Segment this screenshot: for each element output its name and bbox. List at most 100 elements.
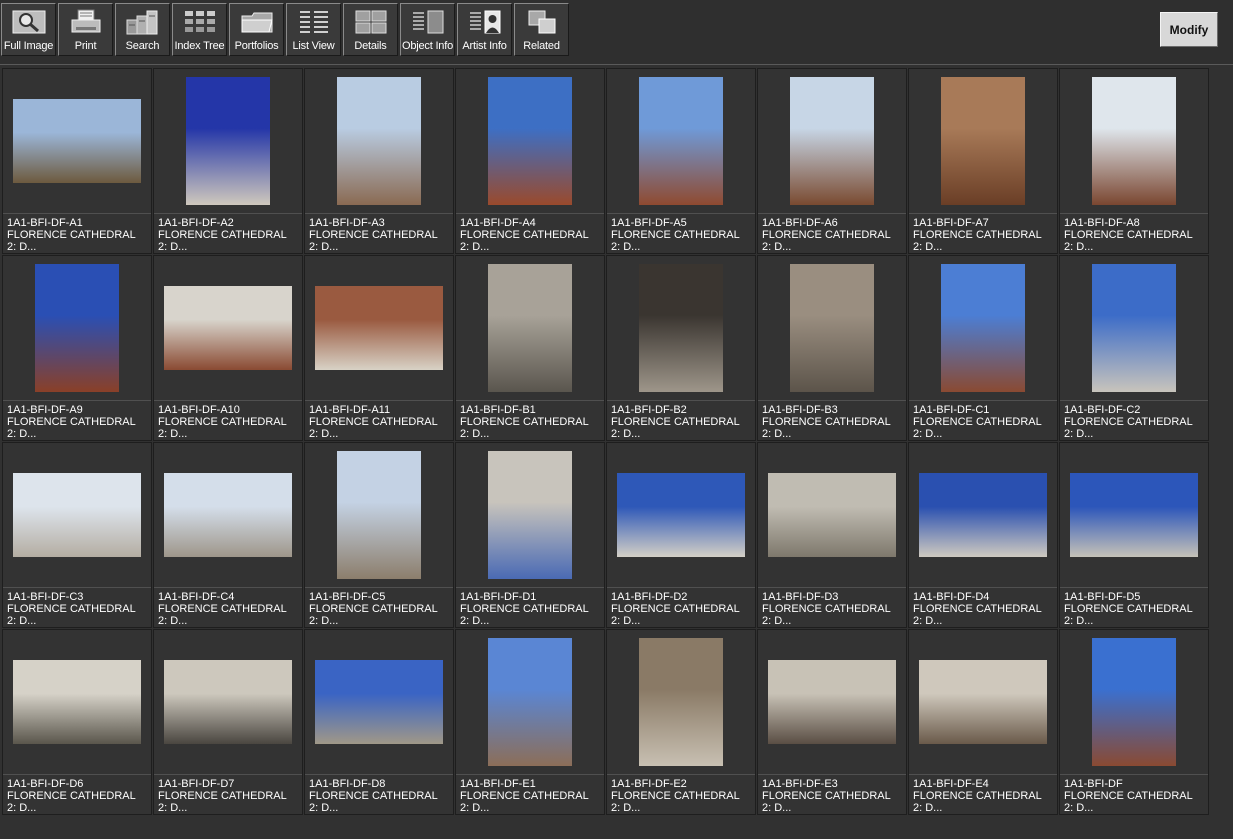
- object-info-button[interactable]: Object Info: [400, 3, 455, 56]
- thumbnail-image[interactable]: [1092, 77, 1176, 205]
- caption-subtitle: 2: D...: [611, 615, 641, 627]
- thumbnail-image[interactable]: [315, 660, 443, 744]
- thumbnail-image[interactable]: [164, 473, 292, 557]
- details-button[interactable]: Details: [343, 3, 398, 56]
- thumbnail-image[interactable]: [617, 473, 745, 557]
- thumbnail-cell[interactable]: 1A1-BFI-DF-E3 FLORENCE CATHEDRAL 2: D...: [757, 629, 907, 815]
- thumbnail-caption: 1A1-BFI-DF-A3 FLORENCE CATHEDRAL 2: D...: [309, 217, 453, 253]
- thumbnail-image[interactable]: [488, 264, 572, 392]
- thumbnail-image[interactable]: [919, 473, 1047, 557]
- thumbnail-image[interactable]: [1092, 638, 1176, 766]
- thumbnail-cell[interactable]: 1A1-BFI-DF-D5 FLORENCE CATHEDRAL 2: D...: [1059, 442, 1209, 628]
- thumbnail-image[interactable]: [186, 77, 270, 205]
- caption-record-id: 1A1-BFI-DF-D8: [309, 778, 386, 790]
- search-button[interactable]: Search: [115, 3, 170, 56]
- thumbnail-image[interactable]: [639, 264, 723, 392]
- thumbnail-image[interactable]: [315, 286, 443, 370]
- thumbnail-cell[interactable]: 1A1-BFI-DF-B1 FLORENCE CATHEDRAL 2: D...: [455, 255, 605, 441]
- caption-record-id: 1A1-BFI-DF-A10: [158, 404, 240, 416]
- thumbnail-cell[interactable]: 1A1-BFI-DF-E1 FLORENCE CATHEDRAL 2: D...: [455, 629, 605, 815]
- thumbnail-image[interactable]: [164, 286, 292, 370]
- thumbnail-image[interactable]: [337, 451, 421, 579]
- thumbnail-cell[interactable]: 1A1-BFI-DF-B2 FLORENCE CATHEDRAL 2: D...: [606, 255, 756, 441]
- thumbnail-cell[interactable]: 1A1-BFI-DF-C1 FLORENCE CATHEDRAL 2: D...: [908, 255, 1058, 441]
- thumbnail-caption: 1A1-BFI-DF-A11 FLORENCE CATHEDRAL 2: D...: [309, 404, 453, 440]
- thumbnail-cell[interactable]: 1A1-BFI-DF-B3 FLORENCE CATHEDRAL 2: D...: [757, 255, 907, 441]
- thumbnail-cell[interactable]: 1A1-BFI-DF-C3 FLORENCE CATHEDRAL 2: D...: [2, 442, 152, 628]
- thumbnail-frame: [1060, 256, 1208, 401]
- thumbnail-cell[interactable]: 1A1-BFI-DF-A9 FLORENCE CATHEDRAL 2: D...: [2, 255, 152, 441]
- thumbnail-image[interactable]: [13, 99, 141, 183]
- thumbnail-cell[interactable]: 1A1-BFI-DF-A1 FLORENCE CATHEDRAL 2: D...: [2, 68, 152, 254]
- caption-title: FLORENCE CATHEDRAL: [460, 229, 589, 241]
- thumbnail-image[interactable]: [790, 77, 874, 205]
- thumbnail-image[interactable]: [768, 660, 896, 744]
- thumbnail-image[interactable]: [488, 451, 572, 579]
- thumbnail-cell[interactable]: 1A1-BFI-DF-A2 FLORENCE CATHEDRAL 2: D...: [153, 68, 303, 254]
- thumbnail-frame: [305, 256, 453, 401]
- thumbnail-cell[interactable]: 1A1-BFI-DF-A7 FLORENCE CATHEDRAL 2: D...: [908, 68, 1058, 254]
- thumbnail-cell[interactable]: 1A1-BFI-DF-D3 FLORENCE CATHEDRAL 2: D...: [757, 442, 907, 628]
- thumbnail-cell[interactable]: 1A1-BFI-DF-D6 FLORENCE CATHEDRAL 2: D...: [2, 629, 152, 815]
- caption-subtitle: 2: D...: [460, 241, 490, 253]
- thumbnail-cell[interactable]: 1A1-BFI-DF-C4 FLORENCE CATHEDRAL 2: D...: [153, 442, 303, 628]
- thumbnail-frame: [154, 630, 302, 775]
- related-button[interactable]: Related: [514, 3, 569, 56]
- thumbnail-image[interactable]: [1092, 264, 1176, 392]
- caption-record-id: 1A1-BFI-DF-A7: [913, 217, 989, 229]
- thumbnail-cell[interactable]: 1A1-BFI-DF-D1 FLORENCE CATHEDRAL 2: D...: [455, 442, 605, 628]
- thumbnail-cell[interactable]: 1A1-BFI-DF FLORENCE CATHEDRAL 2: D...: [1059, 629, 1209, 815]
- thumbnail-frame: [1060, 69, 1208, 214]
- caption-title: FLORENCE CATHEDRAL: [460, 603, 589, 615]
- thumbnail-image[interactable]: [790, 264, 874, 392]
- caption-subtitle: 2: D...: [913, 428, 943, 440]
- modify-button[interactable]: Modify: [1160, 12, 1218, 47]
- thumbnail-caption: 1A1-BFI-DF-A10 FLORENCE CATHEDRAL 2: D...: [158, 404, 302, 440]
- thumbnail-image[interactable]: [35, 264, 119, 392]
- index-tree-button[interactable]: Index Tree: [172, 3, 227, 56]
- thumbnail-cell[interactable]: 1A1-BFI-DF-D2 FLORENCE CATHEDRAL 2: D...: [606, 442, 756, 628]
- print-button[interactable]: Print: [58, 3, 113, 56]
- list-view-button[interactable]: List View: [286, 3, 341, 56]
- thumbnail-frame: [456, 69, 604, 214]
- thumbnail-caption: 1A1-BFI-DF-B1 FLORENCE CATHEDRAL 2: D...: [460, 404, 604, 440]
- thumbnail-image[interactable]: [639, 638, 723, 766]
- thumbnail-image[interactable]: [768, 473, 896, 557]
- thumbnail-image[interactable]: [941, 77, 1025, 205]
- thumbnail-cell[interactable]: 1A1-BFI-DF-A6 FLORENCE CATHEDRAL 2: D...: [757, 68, 907, 254]
- caption-subtitle: 2: D...: [309, 241, 339, 253]
- caption-title: FLORENCE CATHEDRAL: [158, 229, 287, 241]
- thumbnail-cell[interactable]: 1A1-BFI-DF-E2 FLORENCE CATHEDRAL 2: D...: [606, 629, 756, 815]
- thumbnail-cell[interactable]: 1A1-BFI-DF-C2 FLORENCE CATHEDRAL 2: D...: [1059, 255, 1209, 441]
- thumbnail-cell[interactable]: 1A1-BFI-DF-D8 FLORENCE CATHEDRAL 2: D...: [304, 629, 454, 815]
- thumbnail-image[interactable]: [164, 660, 292, 744]
- thumbnail-cell[interactable]: 1A1-BFI-DF-C5 FLORENCE CATHEDRAL 2: D...: [304, 442, 454, 628]
- thumbnail-cell[interactable]: 1A1-BFI-DF-D4 FLORENCE CATHEDRAL 2: D...: [908, 442, 1058, 628]
- thumbnail-image[interactable]: [13, 660, 141, 744]
- caption-record-id: 1A1-BFI-DF-D7: [158, 778, 235, 790]
- thumbnail-cell[interactable]: 1A1-BFI-DF-A4 FLORENCE CATHEDRAL 2: D...: [455, 68, 605, 254]
- caption-title: FLORENCE CATHEDRAL: [762, 603, 891, 615]
- thumbnail-cell[interactable]: 1A1-BFI-DF-D7 FLORENCE CATHEDRAL 2: D...: [153, 629, 303, 815]
- thumbnail-cell[interactable]: 1A1-BFI-DF-A11 FLORENCE CATHEDRAL 2: D...: [304, 255, 454, 441]
- portfolios-button[interactable]: Portfolios: [229, 3, 284, 56]
- thumbnail-cell[interactable]: 1A1-BFI-DF-A5 FLORENCE CATHEDRAL 2: D...: [606, 68, 756, 254]
- thumbnail-image[interactable]: [1070, 473, 1198, 557]
- thumbnail-frame: [154, 443, 302, 588]
- thumbnail-image[interactable]: [13, 473, 141, 557]
- thumbnail-frame: [456, 256, 604, 401]
- thumbnail-image[interactable]: [337, 77, 421, 205]
- thumbnail-cell[interactable]: 1A1-BFI-DF-A8 FLORENCE CATHEDRAL 2: D...: [1059, 68, 1209, 254]
- full-image-button[interactable]: Full Image: [1, 3, 56, 56]
- thumbnail-image[interactable]: [488, 638, 572, 766]
- caption-title: FLORENCE CATHEDRAL: [913, 416, 1042, 428]
- thumbnail-cell[interactable]: 1A1-BFI-DF-A10 FLORENCE CATHEDRAL 2: D...: [153, 255, 303, 441]
- caption-title: FLORENCE CATHEDRAL: [762, 229, 891, 241]
- thumbnail-image[interactable]: [919, 660, 1047, 744]
- thumbnail-image[interactable]: [488, 77, 572, 205]
- thumbnail-cell[interactable]: 1A1-BFI-DF-A3 FLORENCE CATHEDRAL 2: D...: [304, 68, 454, 254]
- thumbnail-cell[interactable]: 1A1-BFI-DF-E4 FLORENCE CATHEDRAL 2: D...: [908, 629, 1058, 815]
- thumbnail-image[interactable]: [639, 77, 723, 205]
- artist-info-button[interactable]: Artist Info: [457, 3, 512, 56]
- thumbnail-image[interactable]: [941, 264, 1025, 392]
